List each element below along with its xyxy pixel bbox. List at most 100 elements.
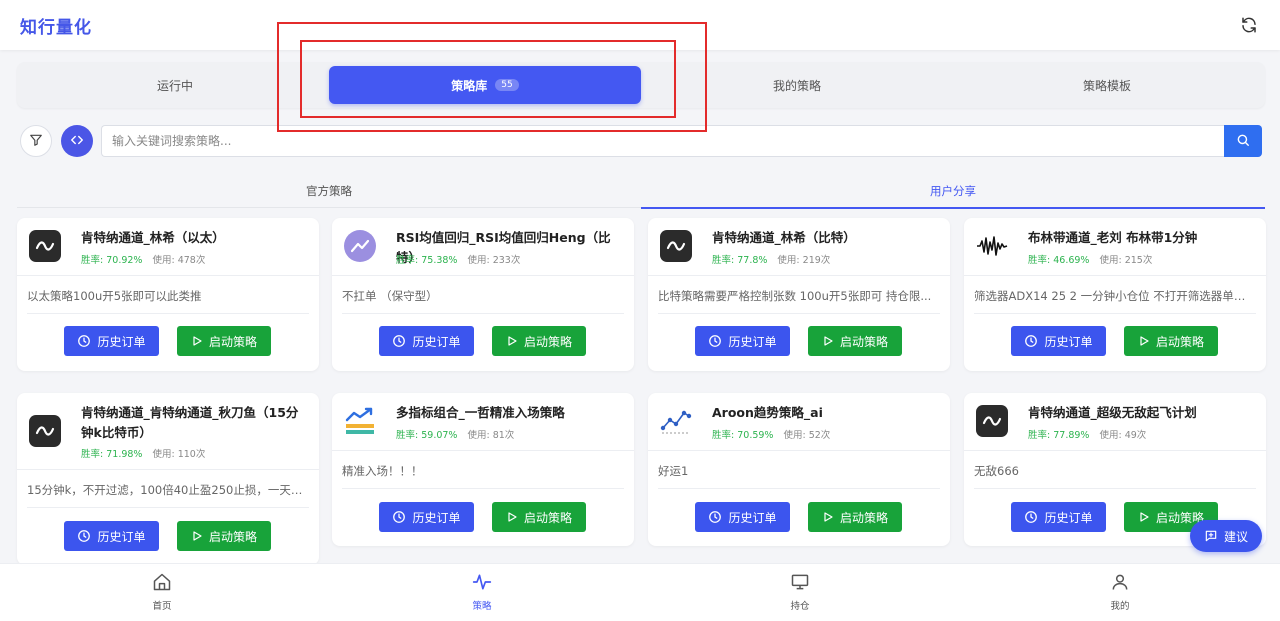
wave-icon bbox=[29, 415, 61, 447]
code-button[interactable] bbox=[61, 125, 93, 157]
subtab-divider bbox=[17, 207, 641, 208]
clock-icon bbox=[1025, 511, 1038, 523]
count-badge: 55 bbox=[495, 79, 519, 91]
strategy-title: 肯特纳通道_超级无敌起飞计划 bbox=[1028, 405, 1197, 420]
history-orders-button[interactable]: 历史订单 bbox=[379, 502, 474, 532]
user-icon bbox=[1112, 574, 1128, 590]
strategy-stats: 胜率: 75.38% 使用: 233次 bbox=[396, 255, 521, 266]
play-icon bbox=[824, 512, 833, 522]
search-input[interactable] bbox=[101, 125, 1225, 157]
history-orders-button[interactable]: 历史订单 bbox=[695, 326, 790, 356]
clock-icon bbox=[78, 530, 91, 542]
history-orders-button[interactable]: 历史订单 bbox=[1011, 502, 1106, 532]
refresh-icon[interactable] bbox=[1238, 14, 1260, 36]
strategy-description: 精准入场！！！ bbox=[342, 464, 423, 478]
history-orders-button[interactable]: 历史订单 bbox=[695, 502, 790, 532]
app-title: 知行量化 bbox=[20, 17, 92, 38]
strategy-title: 肯特纳通道_林希（比特） bbox=[712, 230, 856, 245]
strategy-card: 肯特纳通道_肯特纳通道_秋刀鱼（15分钟k比特币） 胜率: 71.98% 使用: … bbox=[17, 393, 319, 565]
play-icon bbox=[1140, 336, 1149, 346]
win-rate: 胜率: 70.92% bbox=[81, 255, 143, 266]
play-icon bbox=[508, 336, 517, 346]
strategy-card: Aroon趋势策略_ai 胜率: 70.59% 使用: 52次 好运1 历史订单 … bbox=[648, 393, 950, 546]
clock-icon bbox=[393, 335, 406, 347]
usage-count: 49次 bbox=[1124, 430, 1147, 441]
scatter-trend-icon bbox=[660, 405, 692, 437]
strategy-description: 以太策略100u开5张即可以此类推 bbox=[27, 289, 202, 303]
play-icon bbox=[193, 531, 202, 541]
win-rate: 胜率: 70.59% bbox=[712, 430, 774, 441]
strategy-card: RSI均值回归_RSI均值回归Heng（比特） 胜率: 75.38% 使用: 23… bbox=[332, 218, 634, 371]
bottom-nav: 首页 策略 持仓 我的 bbox=[0, 563, 1280, 621]
suggest-button[interactable]: 建议 bbox=[1190, 520, 1262, 552]
strategy-stats: 胜率: 46.69% 使用: 215次 bbox=[1028, 255, 1153, 266]
start-strategy-button[interactable]: 启动策略 bbox=[177, 521, 271, 551]
wave-icon bbox=[29, 230, 61, 262]
clock-icon bbox=[78, 335, 91, 347]
history-orders-button[interactable]: 历史订单 bbox=[379, 326, 474, 356]
nav-item-home[interactable]: 首页 bbox=[112, 572, 212, 612]
strategy-stats: 胜率: 59.07% 使用: 81次 bbox=[396, 430, 515, 441]
subtab-active-indicator bbox=[641, 207, 1265, 209]
strategy-description: 好运1 bbox=[658, 464, 689, 478]
history-orders-button[interactable]: 历史订单 bbox=[64, 521, 159, 551]
strategy-description: 不扛单 （保守型） bbox=[342, 289, 438, 303]
play-icon bbox=[824, 336, 833, 346]
soundwave-icon bbox=[976, 230, 1008, 262]
nav-item-strategy[interactable]: 策略 bbox=[432, 572, 532, 612]
start-strategy-button[interactable]: 启动策略 bbox=[1124, 326, 1218, 356]
usage-count: 81次 bbox=[492, 430, 515, 441]
play-icon bbox=[1140, 512, 1149, 522]
start-strategy-button[interactable]: 启动策略 bbox=[492, 502, 586, 532]
clock-icon bbox=[709, 511, 722, 523]
strategy-description: 筛选器ADX14 25 2 一分钟小仓位 不打开筛选器单子... bbox=[974, 289, 1256, 303]
search-icon bbox=[1236, 132, 1250, 151]
start-strategy-button[interactable]: 启动策略 bbox=[177, 326, 271, 356]
win-rate: 胜率: 59.07% bbox=[396, 430, 458, 441]
usage-count: 110次 bbox=[177, 449, 206, 460]
strategy-card: 肯特纳通道_林希（以太） 胜率: 70.92% 使用: 478次 以太策略100u… bbox=[17, 218, 319, 371]
start-strategy-button[interactable]: 启动策略 bbox=[808, 502, 902, 532]
strategy-stats: 胜率: 71.98% 使用: 110次 bbox=[81, 449, 206, 460]
strategy-title: 多指标组合_一哲精准入场策略 bbox=[396, 405, 565, 420]
bars-trend-icon bbox=[344, 405, 376, 437]
tab-my-strategies[interactable]: 我的策略 bbox=[641, 66, 953, 104]
win-rate: 胜率: 46.69% bbox=[1028, 255, 1090, 266]
strategy-stats: 胜率: 77.8% 使用: 219次 bbox=[712, 255, 831, 266]
clock-icon bbox=[393, 511, 406, 523]
strategy-card: 多指标组合_一哲精准入场策略 胜率: 59.07% 使用: 81次 精准入场！！！… bbox=[332, 393, 634, 546]
filter-icon bbox=[29, 132, 43, 151]
top-bar: 知行量化 bbox=[0, 0, 1280, 50]
play-icon bbox=[193, 336, 202, 346]
usage-count: 219次 bbox=[802, 255, 831, 266]
strategy-stats: 胜率: 70.59% 使用: 52次 bbox=[712, 430, 831, 441]
home-icon bbox=[153, 573, 171, 591]
strategy-title: Aroon趋势策略_ai bbox=[712, 405, 823, 420]
strategy-card: 肯特纳通道_林希（比特） 胜率: 77.8% 使用: 219次 比特策略需要严格控… bbox=[648, 218, 950, 371]
filter-button[interactable] bbox=[20, 125, 52, 157]
history-orders-button[interactable]: 历史订单 bbox=[64, 326, 159, 356]
tab-strategy-library[interactable]: 策略库 55 bbox=[329, 66, 641, 104]
subtab-official[interactable]: 官方策略 bbox=[17, 174, 641, 208]
wave-icon bbox=[660, 230, 692, 262]
search-button[interactable] bbox=[1224, 125, 1262, 157]
tab-running[interactable]: 运行中 bbox=[21, 66, 329, 104]
strategy-title: 肯特纳通道_肯特纳通道_秋刀鱼（15分钟k比特币） bbox=[81, 405, 299, 440]
usage-count: 215次 bbox=[1124, 255, 1153, 266]
pulse-icon bbox=[472, 574, 492, 590]
nav-item-positions[interactable]: 持仓 bbox=[750, 572, 850, 612]
tab-strategy-templates[interactable]: 策略模板 bbox=[953, 66, 1261, 104]
strategy-title: 肯特纳通道_林希（以太） bbox=[81, 230, 225, 245]
win-rate: 胜率: 75.38% bbox=[396, 255, 458, 266]
start-strategy-button[interactable]: 启动策略 bbox=[492, 326, 586, 356]
start-strategy-button[interactable]: 启动策略 bbox=[808, 326, 902, 356]
nav-item-me[interactable]: 我的 bbox=[1070, 572, 1170, 612]
history-orders-button[interactable]: 历史订单 bbox=[1011, 326, 1106, 356]
strategy-stats: 胜率: 70.92% 使用: 478次 bbox=[81, 255, 206, 266]
wave-icon bbox=[976, 405, 1008, 437]
strategy-tabs: 运行中 策略库 55 我的策略 策略模板 bbox=[17, 62, 1265, 108]
play-icon bbox=[508, 512, 517, 522]
subtab-user-shared[interactable]: 用户分享 bbox=[641, 174, 1265, 208]
trend-circle-icon bbox=[344, 230, 376, 262]
monitor-icon bbox=[791, 574, 809, 590]
